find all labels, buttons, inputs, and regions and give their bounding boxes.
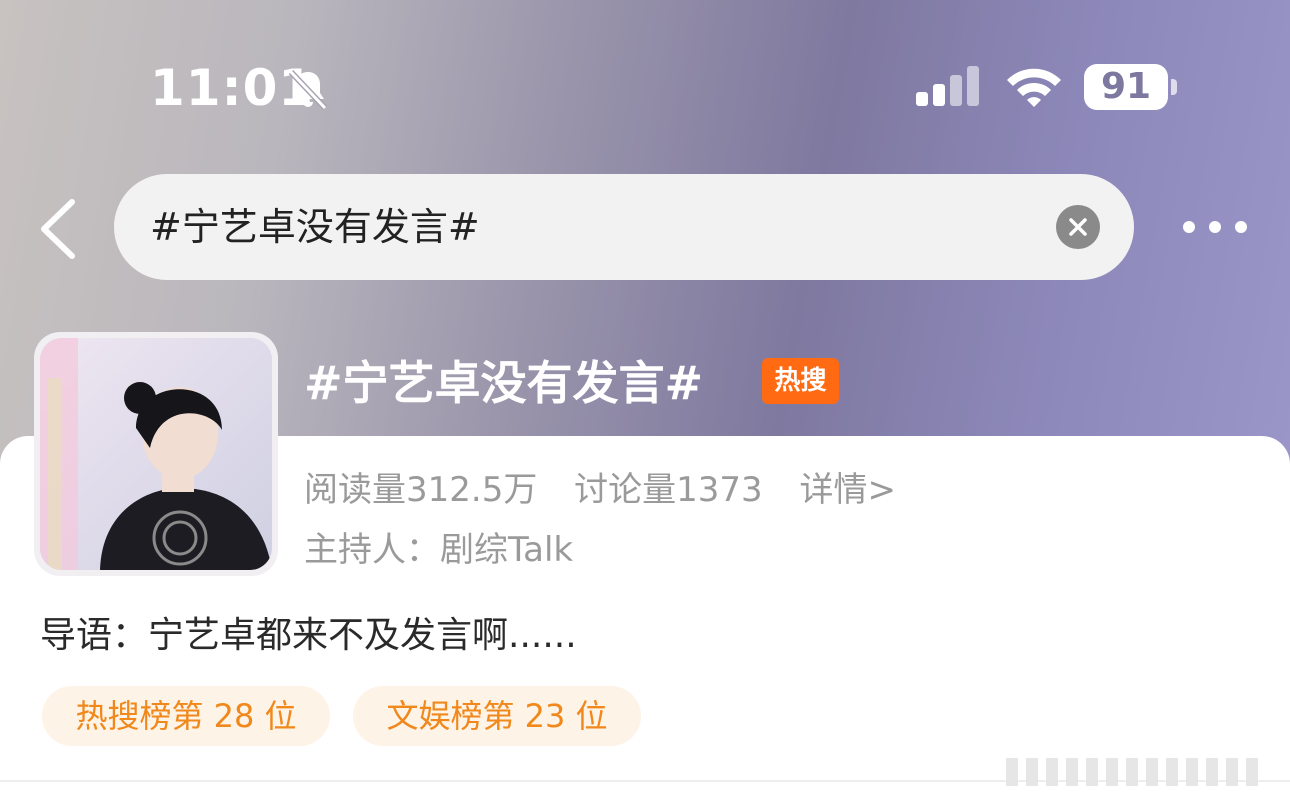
topic-host[interactable]: 主持人：剧综Talk xyxy=(304,526,573,574)
battery-level: 91 xyxy=(1084,64,1168,110)
bell-slash-icon xyxy=(288,69,328,111)
hot-search-rank-tag[interactable]: 热搜榜第 28 位 xyxy=(42,686,330,746)
discussion-count: 讨论量1373 xyxy=(574,470,763,510)
watermark-icon xyxy=(1006,758,1258,786)
search-query-text: #宁艺卓没有发言# xyxy=(150,205,480,249)
details-link[interactable]: 详情> xyxy=(800,470,897,510)
clear-icon[interactable] xyxy=(1056,205,1100,249)
battery-indicator: 91 xyxy=(1084,64,1178,110)
topic-intro: 导语：宁艺卓都来不及发言啊...... xyxy=(40,615,577,656)
signal-icon xyxy=(916,66,979,106)
hot-search-badge: 热搜 xyxy=(762,358,839,404)
avatar-image xyxy=(40,338,272,570)
search-bar[interactable]: #宁艺卓没有发言# xyxy=(114,174,1134,280)
topic-title: #宁艺卓没有发言# xyxy=(304,356,704,410)
topic-avatar[interactable] xyxy=(34,332,278,576)
wifi-icon xyxy=(1007,68,1061,107)
back-icon[interactable] xyxy=(36,198,80,260)
topic-stats: 阅读量312.5万 讨论量1373 详情> xyxy=(304,466,922,514)
read-count: 阅读量312.5万 xyxy=(304,470,538,510)
battery-tip xyxy=(1171,79,1177,95)
more-icon[interactable] xyxy=(1180,210,1250,244)
entertainment-rank-tag[interactable]: 文娱榜第 23 位 xyxy=(353,686,641,746)
